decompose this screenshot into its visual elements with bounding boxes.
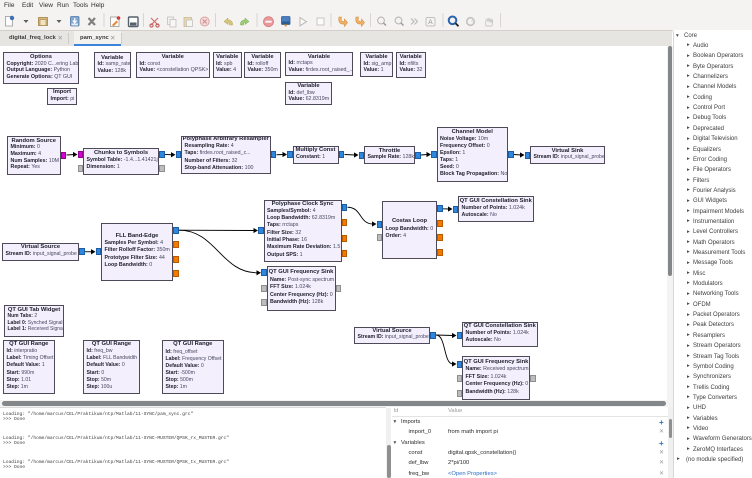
svg-text:A: A [428, 19, 433, 26]
